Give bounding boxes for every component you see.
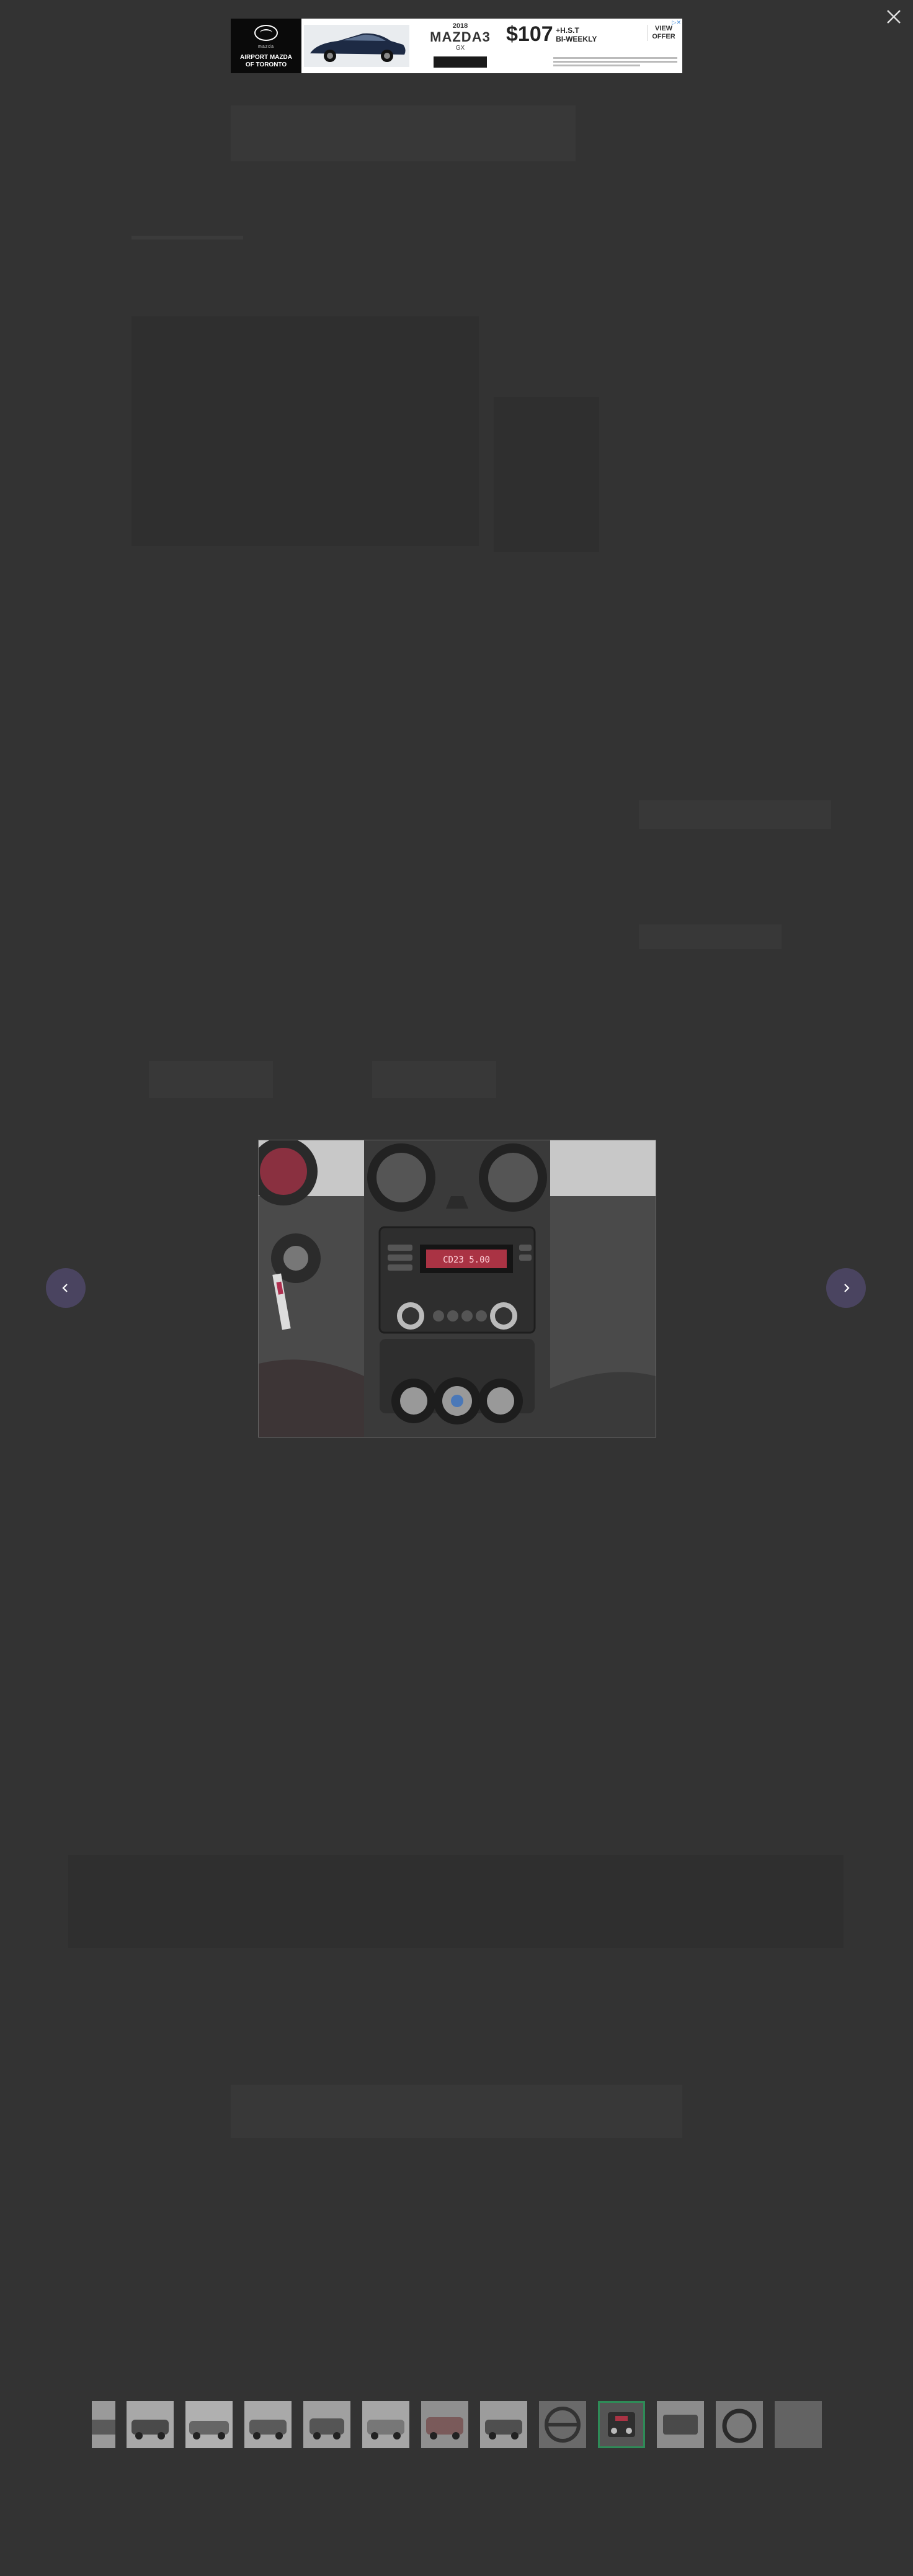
thumbnail[interactable] bbox=[657, 2401, 704, 2448]
chevron-right-icon bbox=[844, 1284, 850, 1292]
previous-photo-button[interactable] bbox=[46, 1268, 86, 1308]
ad-badge bbox=[434, 56, 487, 68]
thumbnail-strip bbox=[92, 2401, 824, 2448]
radio-display-text: CD23 5.00 bbox=[443, 1255, 490, 1265]
ad-fine-print bbox=[553, 57, 677, 66]
thumbnail[interactable] bbox=[127, 2401, 174, 2448]
thumbnail[interactable] bbox=[421, 2401, 468, 2448]
car-image bbox=[304, 25, 409, 67]
ad-choices-icon[interactable]: ▷✕ bbox=[672, 19, 681, 26]
ad-banner[interactable]: mazda AIRPORT MAZDA OF TORONTO 2018 MAZD… bbox=[231, 19, 682, 73]
ad-price: $107 +H.S.T BI-WEEKLY bbox=[506, 22, 597, 46]
thumbnail-active[interactable] bbox=[598, 2401, 645, 2448]
thumbnail[interactable] bbox=[775, 2401, 822, 2448]
thumbnail[interactable] bbox=[362, 2401, 409, 2448]
thumbnail[interactable] bbox=[244, 2401, 292, 2448]
lightbox-photo: CD23 5.00 bbox=[258, 1140, 656, 1438]
dashboard-photo: CD23 5.00 bbox=[259, 1140, 656, 1437]
thumbnail[interactable] bbox=[480, 2401, 527, 2448]
thumbnail[interactable] bbox=[92, 2401, 115, 2448]
thumbnail[interactable] bbox=[716, 2401, 763, 2448]
view-offer-button[interactable]: VIEW OFFER bbox=[648, 25, 679, 41]
ad-model: 2018 MAZDA3 GX bbox=[417, 22, 504, 68]
ad-dealer-name: AIRPORT MAZDA OF TORONTO bbox=[240, 54, 292, 68]
chevron-left-icon bbox=[62, 1284, 68, 1292]
ad-brand-name: mazda bbox=[257, 45, 274, 49]
thumbnail[interactable] bbox=[303, 2401, 350, 2448]
mazda-logo-icon bbox=[254, 25, 278, 41]
thumbnail[interactable] bbox=[185, 2401, 233, 2448]
ad-dealer-panel: mazda AIRPORT MAZDA OF TORONTO bbox=[231, 19, 301, 73]
close-button[interactable] bbox=[884, 7, 903, 26]
thumbnail[interactable] bbox=[539, 2401, 586, 2448]
next-photo-button[interactable] bbox=[826, 1268, 866, 1308]
close-icon bbox=[887, 10, 901, 24]
